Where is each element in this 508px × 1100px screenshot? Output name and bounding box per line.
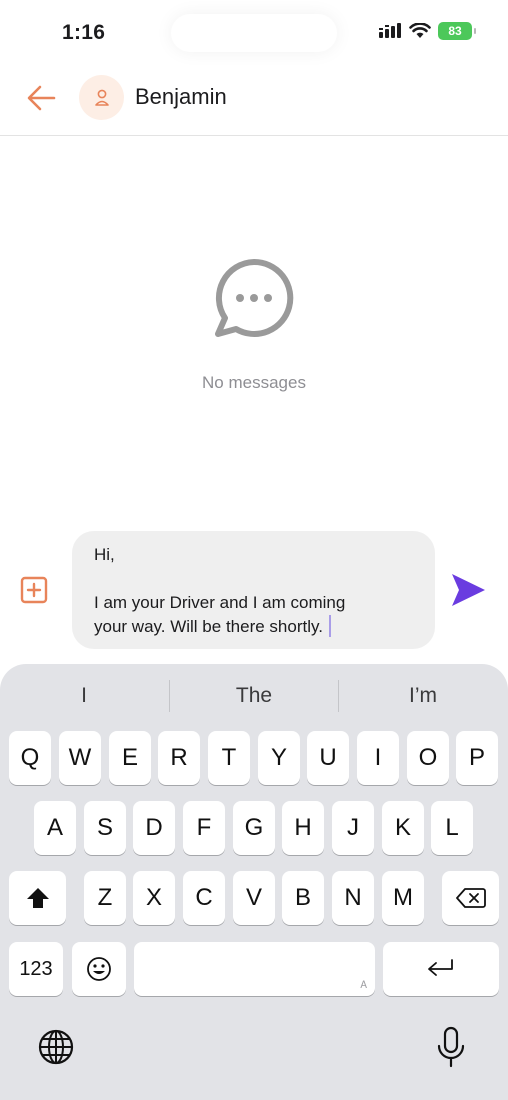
battery-level: 83 [448, 24, 462, 38]
numbers-key[interactable]: 123 [9, 942, 63, 996]
key[interactable]: K [382, 801, 424, 855]
keyboard: I The I’m Q W E R T Y U I O P A S D F G … [0, 664, 508, 1100]
emoji-icon [87, 957, 111, 981]
backspace-icon [455, 888, 486, 908]
message-line: I am your Driver and I am coming [94, 593, 346, 612]
key[interactable]: M [382, 871, 424, 925]
keyboard-suggestions: I The I’m [0, 676, 508, 716]
key[interactable]: G [233, 801, 275, 855]
globe-icon [38, 1029, 74, 1065]
key[interactable]: S [84, 801, 126, 855]
dynamic-island [171, 14, 337, 52]
key[interactable]: O [407, 731, 449, 785]
key[interactable]: D [133, 801, 175, 855]
send-icon [452, 574, 485, 606]
key[interactable]: I [357, 731, 399, 785]
backspace-key[interactable] [442, 871, 499, 925]
message-line-text: your way. Will be there shortly. [94, 617, 323, 636]
message-line [94, 567, 413, 591]
attach-button[interactable] [20, 576, 48, 604]
cellular-signal-icon [379, 23, 401, 38]
key[interactable]: Y [258, 731, 300, 785]
chat-header: Benjamin [0, 66, 508, 136]
key[interactable]: B [282, 871, 324, 925]
contact-name[interactable]: Benjamin [135, 84, 227, 110]
message-input[interactable]: Hi, I am your Driver and I am coming you… [72, 531, 435, 649]
suggestion-item[interactable]: I’m [339, 676, 507, 716]
key[interactable]: E [109, 731, 151, 785]
key[interactable]: H [282, 801, 324, 855]
shift-key[interactable] [9, 871, 66, 925]
empty-state: No messages [0, 256, 508, 393]
key[interactable]: V [233, 871, 275, 925]
chat-bubble-icon [215, 258, 294, 337]
space-key[interactable]: A [134, 942, 375, 996]
battery-indicator: 83 [438, 22, 476, 40]
return-key[interactable] [383, 942, 499, 996]
avatar[interactable] [79, 75, 124, 120]
status-bar: 1:16 83 [0, 0, 508, 66]
key[interactable]: F [183, 801, 225, 855]
key[interactable]: U [307, 731, 349, 785]
key[interactable]: W [59, 731, 101, 785]
arrow-left-icon [27, 85, 56, 111]
plus-square-icon [20, 576, 48, 604]
key[interactable]: A [34, 801, 76, 855]
text-cursor [328, 615, 331, 637]
key[interactable]: T [208, 731, 250, 785]
empty-state-text: No messages [202, 373, 306, 392]
message-line-last: your way. Will be there shortly. [94, 615, 413, 639]
key[interactable]: L [431, 801, 473, 855]
key[interactable]: Q [9, 731, 51, 785]
key[interactable]: X [133, 871, 175, 925]
send-button[interactable] [449, 572, 487, 608]
emoji-key[interactable] [72, 942, 126, 996]
key[interactable]: R [158, 731, 200, 785]
suggestion-item[interactable]: I [0, 676, 168, 716]
return-icon [428, 959, 453, 976]
microphone-icon [437, 1026, 465, 1068]
globe-button[interactable] [37, 1028, 75, 1066]
shift-arrow-icon [26, 888, 49, 908]
status-time: 1:16 [62, 21, 106, 44]
back-button[interactable] [22, 80, 60, 116]
key[interactable]: Z [84, 871, 126, 925]
person-icon [94, 89, 109, 106]
message-line: Hi, [94, 545, 115, 564]
key[interactable]: C [183, 871, 225, 925]
suggestion-item[interactable]: The [170, 676, 338, 716]
wifi-icon [409, 23, 431, 38]
dictation-button[interactable] [436, 1026, 466, 1068]
key[interactable]: J [332, 801, 374, 855]
key[interactable]: N [332, 871, 374, 925]
space-key-hint: A [360, 980, 367, 992]
status-icons: 83 [378, 22, 476, 40]
key[interactable]: P [456, 731, 498, 785]
